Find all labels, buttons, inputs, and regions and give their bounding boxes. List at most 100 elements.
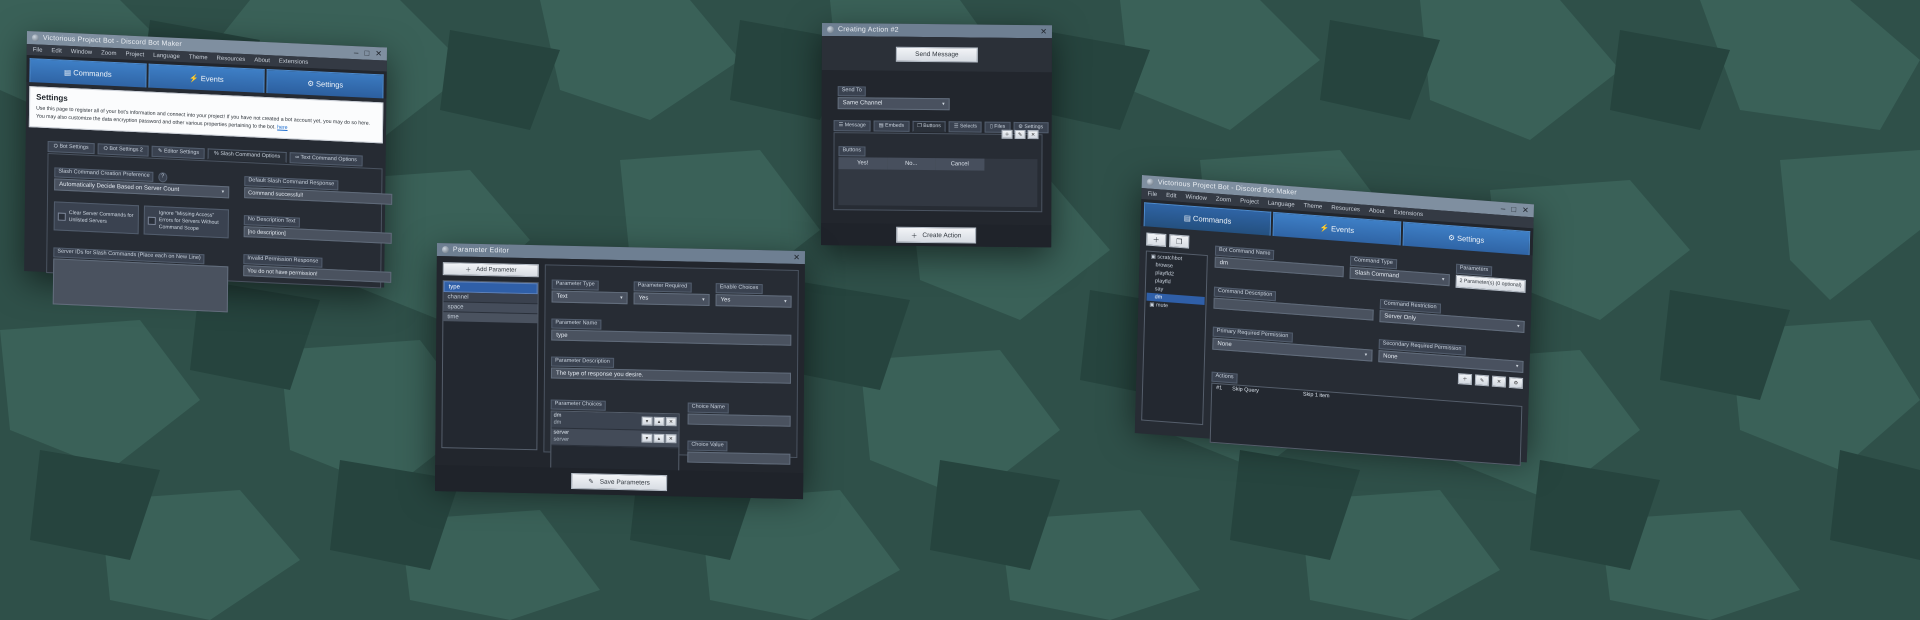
actions-toolbar[interactable]: ＋ ✎ ✕ ⚙ [1458, 373, 1523, 389]
window-controls[interactable]: ✕ [1040, 27, 1047, 36]
subtab-bot-settings-2[interactable]: ⛭ Bot Settings 2 [97, 143, 149, 157]
subtab-editor-settings[interactable]: ✎ Editor Settings [152, 145, 205, 159]
create-action-button[interactable]: ＋ Create Action [896, 227, 977, 244]
window-commands[interactable]: Victorious Project Bot - Discord Bot Mak… [1135, 175, 1534, 452]
close-icon[interactable]: ✕ [1028, 130, 1039, 139]
wrench-icon[interactable]: ✎ [1015, 130, 1026, 139]
menu-item[interactable]: About [254, 57, 270, 64]
command-description-input[interactable] [1213, 298, 1373, 321]
enable-choices-select[interactable]: Yes ▾ [716, 294, 792, 308]
tab-settings[interactable]: ⚙ Settings [267, 69, 384, 98]
command-type-select[interactable]: Slash Command ▾ [1350, 267, 1450, 286]
window-controls[interactable]: – □ ✕ [354, 48, 382, 58]
wrench-icon[interactable]: ✎ [1475, 374, 1489, 386]
description-link[interactable]: here [277, 124, 287, 130]
parameters-button[interactable]: 2 Parameter(s) (0 optional) [1455, 275, 1526, 293]
menu-item[interactable]: Language [153, 52, 180, 59]
parameter-type-select[interactable]: Text ▾ [552, 291, 628, 305]
maximize-icon[interactable]: □ [364, 49, 369, 58]
menu-item[interactable]: Window [71, 49, 92, 56]
menu-item[interactable]: Theme [1303, 203, 1322, 210]
window-controls[interactable]: ✕ [793, 253, 800, 262]
choice-name-input[interactable] [687, 414, 790, 427]
action-row[interactable]: #1 Skip Query Skip 1 item [1212, 384, 1521, 415]
save-parameters-button[interactable]: ✎ Save Parameters [571, 473, 667, 491]
menu-item[interactable]: File [1147, 191, 1157, 198]
invalid-permission-input[interactable]: You do not have permission! [243, 265, 391, 283]
button-column[interactable]: No... [887, 158, 936, 170]
parameter-description-input[interactable]: The type of response you desire. [551, 368, 791, 384]
minimize-icon[interactable]: – [354, 48, 359, 57]
menu-item[interactable]: About [1369, 208, 1385, 215]
command-name-input[interactable]: dm [1215, 257, 1344, 278]
default-response-input[interactable]: Command successful! [244, 187, 392, 205]
chevron-up-icon[interactable]: ▴ [653, 434, 664, 443]
command-restriction-select[interactable]: Server Only ▾ [1379, 310, 1525, 333]
close-icon[interactable]: ✕ [1522, 206, 1529, 216]
menu-item[interactable]: Project [125, 51, 144, 58]
buttons-toolbar[interactable]: ＋ ✎ ✕ [1002, 130, 1039, 139]
tab-selects[interactable]: ☰ Selects [949, 121, 982, 133]
menu-item[interactable]: Language [1268, 200, 1295, 208]
menu-item[interactable]: Edit [51, 48, 61, 54]
ignore-missing-access-checkbox-row[interactable]: Ignore "Missing Access" Errors for Serve… [144, 205, 229, 238]
plus-icon[interactable]: ＋ [1002, 130, 1013, 139]
parameter-name-input[interactable]: type [551, 330, 791, 346]
subtab-bot-settings[interactable]: ⛭ Bot Settings [48, 141, 95, 155]
chevron-up-icon[interactable]: ▴ [653, 417, 664, 426]
buttons-table[interactable]: Yes! No... Cancel [838, 157, 1037, 207]
close-icon[interactable]: ✕ [665, 435, 676, 444]
command-list[interactable]: ▣ scratchbot browse playfld2 playfld say… [1141, 250, 1208, 425]
chevron-down-icon[interactable]: ▾ [641, 434, 652, 443]
close-icon[interactable]: ✕ [793, 253, 800, 262]
server-ids-textarea[interactable] [53, 258, 229, 312]
maximize-icon[interactable]: □ [1511, 205, 1516, 214]
gear-icon[interactable]: ⚙ [1509, 377, 1523, 389]
close-icon[interactable]: ✕ [665, 418, 676, 427]
tab-embeds[interactable]: ▤ Embeds [874, 121, 909, 133]
creation-pref-select[interactable]: Automatically Decide Based on Server Cou… [54, 178, 229, 198]
menu-item[interactable]: Resources [217, 55, 246, 62]
menu-item[interactable]: Edit [1166, 192, 1177, 199]
parameter-list[interactable]: type channel space time [441, 280, 538, 450]
close-icon[interactable]: ✕ [375, 49, 382, 58]
clear-server-commands-checkbox-row[interactable]: Clear Server Commands for Unlisted Serve… [54, 201, 139, 234]
choice-value-input[interactable] [687, 452, 790, 465]
tab-commands[interactable]: ▤ Commands [29, 58, 146, 87]
menu-item[interactable]: Resources [1331, 205, 1360, 213]
list-item[interactable]: time [443, 312, 537, 323]
menu-item[interactable]: Zoom [101, 50, 116, 57]
duplicate-command-button[interactable]: ❐ [1169, 234, 1189, 249]
menu-item[interactable]: Theme [189, 54, 208, 61]
menu-item[interactable]: Extensions [1394, 209, 1424, 217]
tab-message[interactable]: ☰ Message [834, 120, 871, 132]
tab-buttons[interactable]: ❐ Buttons [912, 121, 946, 133]
choice-row[interactable]: server server ▾ ▴ ✕ [551, 429, 678, 449]
send-to-select[interactable]: Same Channel ▾ [838, 97, 950, 110]
send-message-button[interactable]: Send Message [896, 46, 977, 62]
menu-item[interactable]: Extensions [279, 58, 308, 65]
window-settings[interactable]: Victorious Project Bot - Discord Bot Mak… [24, 31, 387, 288]
window-controls[interactable]: – □ ✕ [1501, 204, 1529, 215]
minimize-icon[interactable]: – [1501, 204, 1506, 213]
chevron-down-icon[interactable]: ▾ [641, 417, 652, 426]
parameter-required-select[interactable]: Yes ▾ [634, 292, 710, 306]
no-description-input[interactable]: [no description] [244, 226, 392, 244]
tab-events[interactable]: ⚡ Events [148, 64, 265, 93]
menu-item[interactable]: File [33, 47, 43, 53]
menu-item[interactable]: Project [1240, 198, 1259, 205]
menu-item[interactable]: Zoom [1216, 196, 1232, 203]
window-creating-action[interactable]: Creating Action #2 ✕ Send Message Send T… [821, 23, 1052, 247]
checkbox[interactable] [58, 212, 66, 220]
menu-item[interactable]: Window [1185, 194, 1207, 202]
button-column[interactable]: Yes! [838, 157, 887, 169]
button-column[interactable]: Cancel [935, 158, 984, 170]
checkbox[interactable] [148, 216, 156, 224]
help-icon[interactable]: ? [158, 172, 167, 182]
plus-icon[interactable]: ＋ [1458, 373, 1472, 385]
add-command-button[interactable]: ＋ [1146, 232, 1166, 247]
primary-permission-select[interactable]: None ▾ [1212, 338, 1372, 362]
close-icon[interactable]: ✕ [1492, 376, 1506, 388]
window-parameter-editor[interactable]: Parameter Editor ✕ ＋ Add Parameter type … [435, 243, 805, 487]
close-icon[interactable]: ✕ [1040, 27, 1047, 36]
